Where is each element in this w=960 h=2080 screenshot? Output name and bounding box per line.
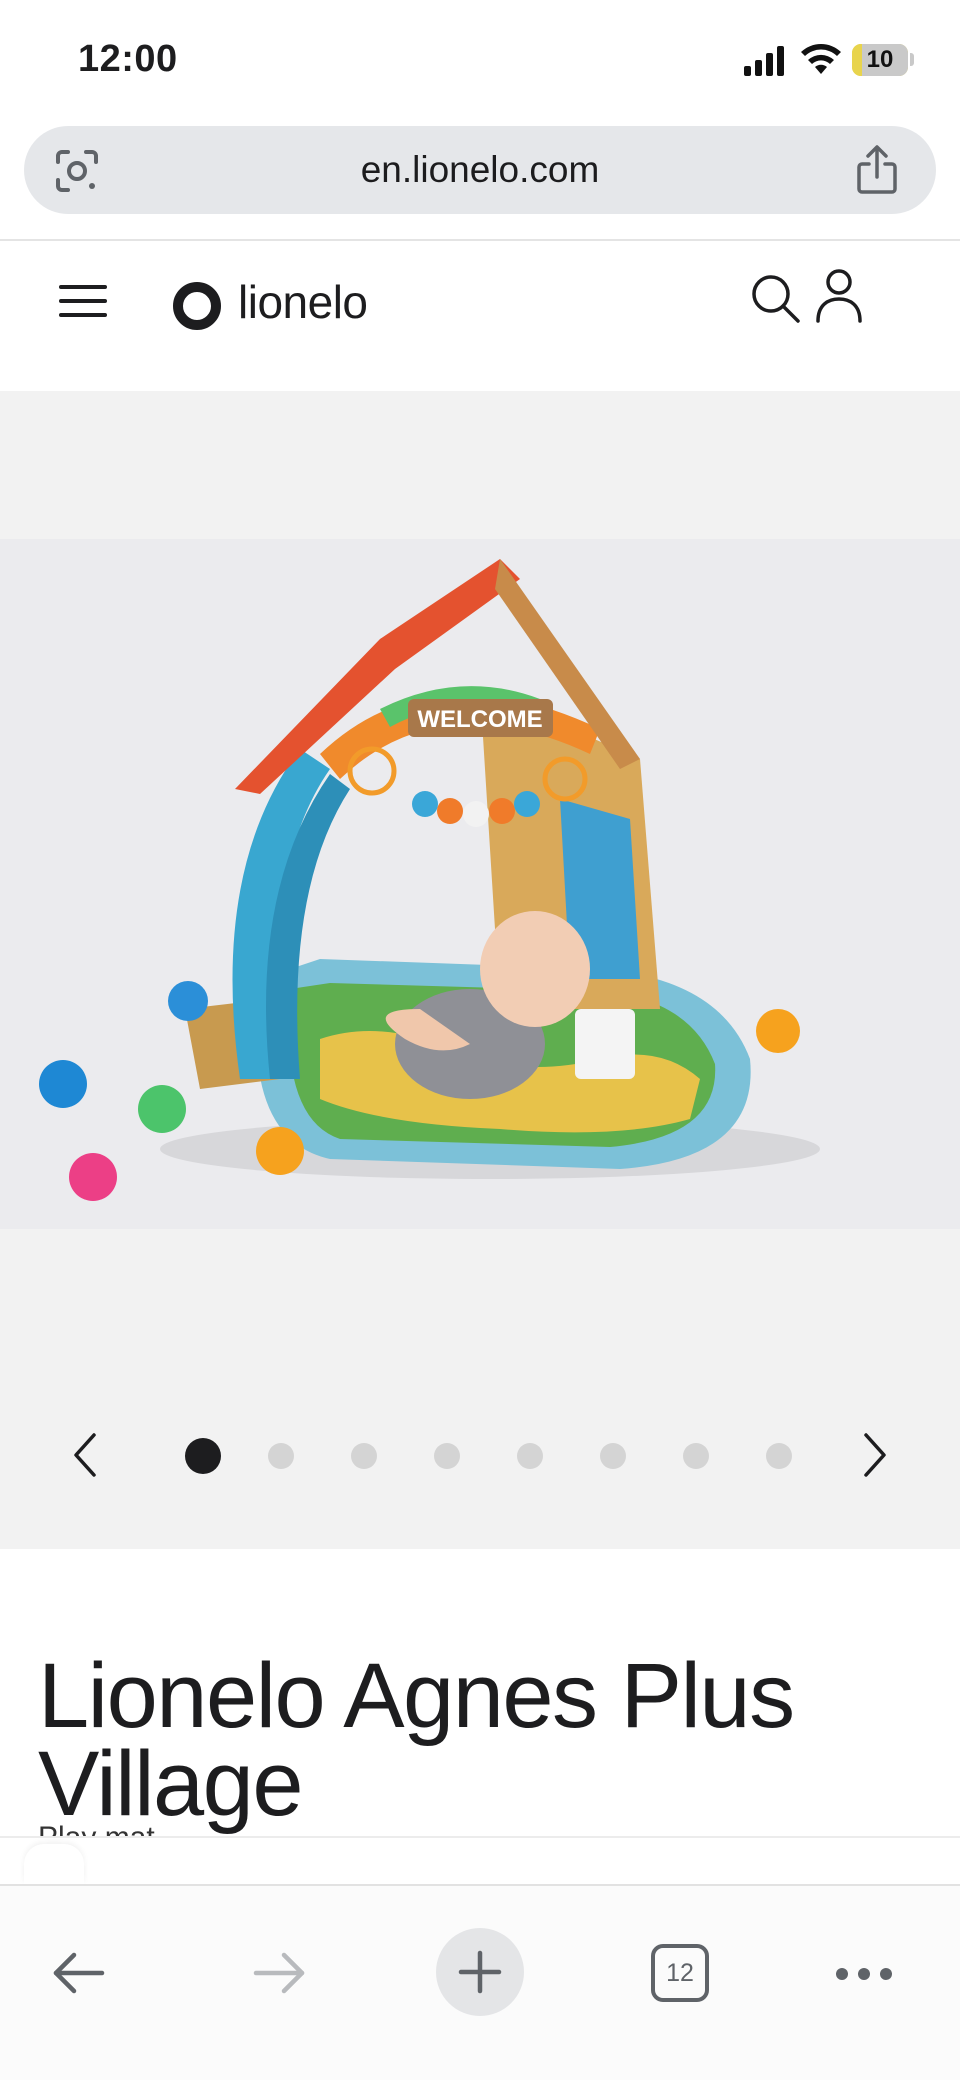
more-icon[interactable] (834, 1964, 894, 1984)
url-text[interactable]: en.lionelo.com (24, 126, 936, 214)
battery-level: 10 (866, 46, 894, 73)
welcome-sign-text: WELCOME (417, 706, 542, 733)
share-icon[interactable] (852, 144, 902, 196)
gallery-dot[interactable] (434, 1443, 460, 1469)
gallery-dot[interactable] (600, 1443, 626, 1469)
gallery-dot[interactable] (351, 1443, 377, 1469)
plus-icon (458, 1950, 502, 1994)
hamburger-icon[interactable] (58, 281, 108, 321)
account-icon[interactable] (814, 267, 864, 325)
logo-mark-icon (173, 282, 221, 330)
forward-arrow-icon[interactable] (250, 1944, 308, 2002)
gallery-dot[interactable] (766, 1443, 792, 1469)
gallery-pagination (0, 1431, 960, 1481)
signal-icon (744, 46, 784, 76)
gallery-dot[interactable] (185, 1438, 221, 1474)
address-bar[interactable]: en.lionelo.com (24, 126, 936, 214)
new-tab-button[interactable] (436, 1928, 524, 2016)
tabs-count: 12 (666, 1959, 694, 1987)
gallery-dot[interactable] (683, 1443, 709, 1469)
site-header: lionelo (0, 241, 960, 391)
gallery-dot[interactable] (268, 1443, 294, 1469)
lens-icon[interactable] (54, 148, 100, 194)
status-time: 12:00 (78, 38, 178, 80)
wifi-icon (801, 44, 841, 74)
product-title: Lionelo Agnes Plus Village (38, 1644, 795, 1835)
logo-text: lionelo (238, 276, 368, 328)
content-divider (0, 1836, 960, 1838)
gallery-dot[interactable] (517, 1443, 543, 1469)
tabs-icon[interactable]: 12 (651, 1944, 709, 2002)
search-icon[interactable] (748, 271, 802, 325)
battery-cap (910, 53, 914, 66)
browser-toolbar: 12 (0, 1884, 960, 2080)
chat-widget-button[interactable] (24, 1844, 84, 1884)
gallery-next-button[interactable] (850, 1427, 898, 1483)
product-gallery[interactable]: WELCOME (0, 391, 960, 1549)
battery-icon: 10 (852, 44, 908, 76)
product-category: Play mat (38, 1818, 155, 1836)
back-arrow-icon[interactable] (50, 1944, 108, 2002)
product-image[interactable]: WELCOME (0, 539, 960, 1229)
status-bar: 12:00 10 (0, 0, 960, 120)
